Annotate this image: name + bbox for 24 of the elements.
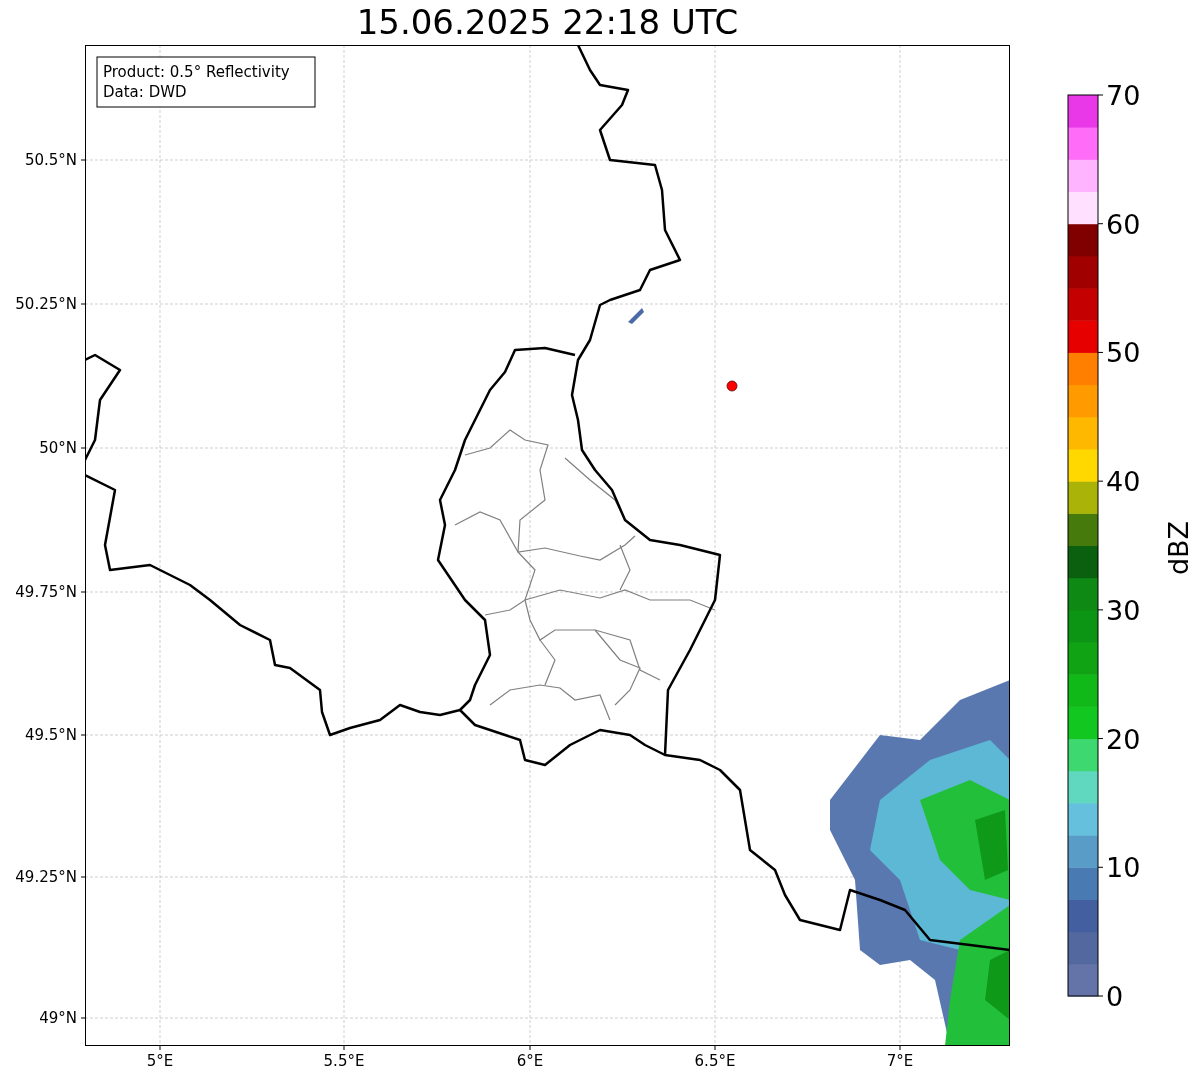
chart-title: 15.06.2025 22:18 UTC (356, 1, 739, 44)
y-tick-label: 49°N (39, 1009, 77, 1027)
y-tick-label: 49.25°N (15, 868, 77, 886)
colorbar-tick-label: 10 (1106, 852, 1141, 884)
legend-text: Product: 0.5° Reflectivity (103, 63, 290, 81)
colorbar-tick-label: 20 (1106, 723, 1141, 755)
x-tick-label: 5.5°E (323, 1052, 365, 1070)
y-tick-label: 50.5°N (24, 151, 77, 169)
y-tick-label: 49.5°N (24, 726, 77, 744)
x-tick-label: 7°E (886, 1052, 914, 1070)
y-tick-label: 50°N (39, 439, 77, 457)
y-tick-label: 50.25°N (15, 295, 77, 313)
colorbar-tick-label: 40 (1106, 466, 1141, 498)
x-tick-label: 5°E (146, 1052, 174, 1070)
colorbar-tick-label: 70 (1106, 80, 1141, 111)
y-tick-label: 49.75°N (15, 583, 77, 601)
colorbar-tick-label: 50 (1106, 337, 1141, 369)
x-tick-label: 6.5°E (694, 1052, 736, 1070)
x-tick-label: 6°E (516, 1052, 544, 1070)
legend-text: Data: DWD (103, 83, 187, 101)
colorbar-label: dBZ (1163, 520, 1194, 576)
colorbar-tick-label: 0 (1106, 981, 1124, 1012)
colorbar-tick-label: 60 (1106, 208, 1141, 240)
colorbar-tick-label: 30 (1106, 594, 1141, 626)
